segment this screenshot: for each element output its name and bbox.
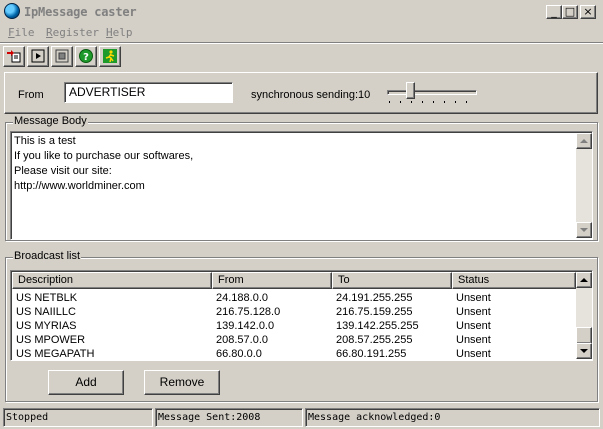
sync-slider-track[interactable] [387, 90, 477, 95]
minimize-button[interactable]: _ [546, 5, 562, 19]
slider-tick [444, 101, 445, 103]
slider-tick [389, 101, 390, 103]
play-icon [31, 49, 45, 63]
broadcast-list-scrollbar[interactable] [576, 272, 592, 359]
new-message-button[interactable] [3, 46, 25, 67]
exit-button[interactable] [99, 46, 121, 67]
cell-from: 66.80.0.0 [216, 348, 262, 360]
cell-description: US NAIILLC [16, 306, 76, 318]
menu-register[interactable]: Register [46, 26, 99, 39]
menu-help[interactable]: Help [106, 26, 133, 39]
scroll-up-button[interactable] [576, 133, 592, 149]
arrow-up-icon [580, 139, 588, 143]
column-header-description[interactable]: Description [12, 272, 212, 289]
arrow-down-icon [580, 349, 588, 353]
slider-tick [400, 101, 401, 103]
message-body-text[interactable]: This is a test If you like to purchase o… [14, 134, 193, 194]
cell-from: 208.57.0.0 [216, 334, 268, 346]
message-body-textarea[interactable]: This is a test If you like to purchase o… [10, 131, 593, 240]
cell-status: Unsent [456, 348, 491, 360]
svg-text:?: ? [83, 52, 89, 63]
status-messages-sent: Message Sent:2008 [155, 408, 303, 427]
cell-status: Unsent [456, 320, 491, 332]
cell-status: Unsent [456, 306, 491, 318]
title-bar[interactable]: IpMessage caster _ □ × [0, 0, 603, 24]
cell-status: Unsent [456, 292, 491, 304]
new-message-icon [7, 50, 21, 63]
cell-to: 208.57.255.255 [336, 334, 413, 346]
start-button[interactable] [27, 46, 49, 67]
cell-from: 216.75.128.0 [216, 306, 281, 318]
close-icon: × [583, 5, 593, 18]
add-button[interactable]: Add [48, 370, 124, 395]
message-scrollbar[interactable] [576, 133, 592, 238]
status-bar: Stopped Message Sent:2008 Message acknow… [0, 406, 603, 429]
slider-tick [422, 101, 423, 103]
column-header-status[interactable]: Status [452, 272, 576, 289]
slider-tick [411, 101, 412, 103]
menu-bar: File Register Help [0, 24, 603, 42]
from-input[interactable]: ADVERTISER [64, 82, 233, 103]
table-row[interactable]: US MYRIAS 139.142.0.0 139.142.255.255 Un… [13, 319, 575, 333]
cell-to: 66.80.191.255 [336, 348, 407, 360]
maximize-icon: □ [564, 5, 576, 18]
message-body-label: Message Body [13, 115, 88, 127]
column-header-from[interactable]: From [212, 272, 332, 289]
arrow-up-icon [580, 278, 588, 282]
broadcast-list-view[interactable]: Description From To Status US NETBLK 24.… [10, 270, 593, 361]
cell-from: 139.142.0.0 [216, 320, 275, 332]
cell-to: 24.191.255.255 [336, 292, 413, 304]
table-row[interactable]: US NAIILLC 216.75.128.0 216.75.159.255 U… [13, 305, 575, 319]
table-row[interactable]: US MEGAPATH 66.80.0.0 66.80.191.255 Unse… [13, 347, 575, 361]
remove-button[interactable]: Remove [144, 370, 220, 395]
help-button[interactable]: ? [75, 46, 97, 67]
cell-description: US NETBLK [16, 292, 78, 304]
status-messages-acknowledged: Message acknowledged:0 [305, 408, 600, 427]
maximize-button[interactable]: □ [562, 5, 578, 19]
exit-run-icon [103, 49, 117, 63]
cell-status: Unsent [456, 334, 491, 346]
arrow-down-icon [580, 228, 588, 232]
window-title: IpMessage caster [24, 5, 137, 19]
cell-description: US MYRIAS [16, 320, 77, 332]
scroll-down-button[interactable] [576, 343, 592, 359]
table-row[interactable]: US NETBLK 24.188.0.0 24.191.255.255 Unse… [13, 291, 575, 305]
broadcast-list-group: Broadcast list Description From To Statu… [5, 250, 598, 402]
stop-icon [55, 49, 69, 63]
sender-panel: From ADVERTISER synchronous sending:10 [4, 72, 598, 114]
status-state: Stopped [3, 408, 153, 427]
scroll-up-button[interactable] [576, 272, 592, 288]
cell-description: US MPOWER [16, 334, 86, 346]
close-button[interactable]: × [580, 5, 596, 19]
cell-description: US MEGAPATH [16, 348, 95, 360]
menu-file[interactable]: File [8, 26, 35, 39]
stop-button[interactable] [51, 46, 73, 67]
help-icon: ? [79, 49, 93, 63]
message-body-group: Message Body This is a test If you like … [5, 115, 598, 241]
sync-slider-thumb[interactable] [406, 82, 415, 99]
table-row[interactable]: US MPOWER 208.57.0.0 208.57.255.255 Unse… [13, 333, 575, 347]
broadcast-list-label: Broadcast list [13, 250, 82, 262]
toolbar: ? [0, 42, 603, 68]
cell-from: 24.188.0.0 [216, 292, 268, 304]
cell-to: 139.142.255.255 [336, 320, 419, 332]
scroll-thumb[interactable] [576, 327, 592, 344]
from-label: From [18, 89, 44, 101]
minimize-icon: _ [551, 5, 557, 18]
cell-to: 216.75.159.255 [336, 306, 413, 318]
column-header-to[interactable]: To [332, 272, 452, 289]
scroll-down-button[interactable] [576, 222, 592, 238]
slider-tick [466, 101, 467, 103]
slider-tick [433, 101, 434, 103]
globe-icon[interactable] [4, 3, 20, 19]
slider-tick [455, 101, 456, 103]
sync-sending-label: synchronous sending:10 [251, 89, 371, 101]
